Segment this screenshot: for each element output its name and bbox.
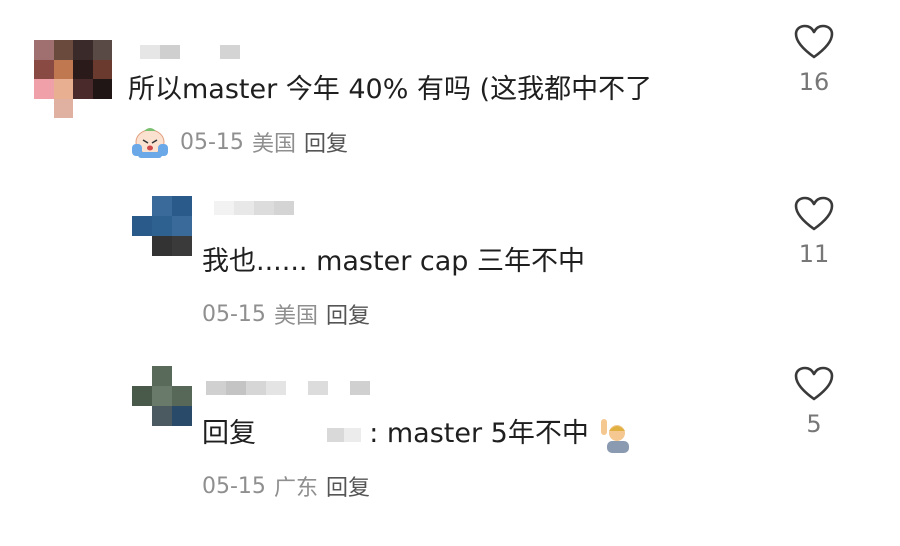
reply-button[interactable]: 回复	[326, 298, 370, 330]
heart-icon	[794, 196, 834, 231]
avatar[interactable]	[132, 366, 192, 426]
like-count: 11	[798, 240, 830, 268]
comment-meta: 05-15 广东 回复	[202, 470, 370, 502]
comment-date: 05-15	[202, 473, 266, 499]
heart-icon	[794, 366, 834, 401]
comment-text: 回复 : master 5年不中	[202, 416, 633, 453]
comment-meta: 05-15 美国 回复	[202, 298, 370, 330]
comment-date: 05-15	[180, 129, 244, 155]
comment-date: 05-15	[202, 301, 266, 327]
person-raising-hand-emoji-icon	[597, 417, 633, 453]
mentioned-username-mosaic[interactable]	[326, 427, 361, 442]
crying-face-sticker-icon	[128, 124, 172, 160]
like-button[interactable]: 5	[784, 366, 844, 438]
like-button[interactable]: 11	[784, 196, 844, 268]
like-count: 16	[798, 68, 830, 96]
comment-location: 广东	[273, 476, 318, 501]
like-count: 5	[806, 410, 822, 438]
heart-icon	[794, 24, 834, 59]
reply-prefix: 回复	[202, 418, 256, 449]
username-mosaic[interactable]	[206, 378, 370, 398]
comment-location: 美国	[273, 304, 318, 329]
avatar[interactable]	[132, 196, 192, 256]
comment-meta: 05-15 美国 回复	[128, 124, 348, 160]
comment-text: 我也...... master cap 三年不中	[202, 246, 585, 277]
username-mosaic[interactable]	[140, 42, 240, 62]
comment-location: 美国	[251, 132, 296, 157]
reply-button[interactable]: 回复	[304, 126, 348, 158]
avatar[interactable]	[34, 40, 112, 118]
reply-button[interactable]: 回复	[326, 470, 370, 502]
username-mosaic[interactable]	[214, 198, 294, 218]
comment-text: 所以master 今年 40% 有吗 (这我都中不了	[128, 74, 653, 105]
like-button[interactable]: 16	[784, 24, 844, 96]
reply-body: : master 5年不中	[369, 418, 589, 449]
